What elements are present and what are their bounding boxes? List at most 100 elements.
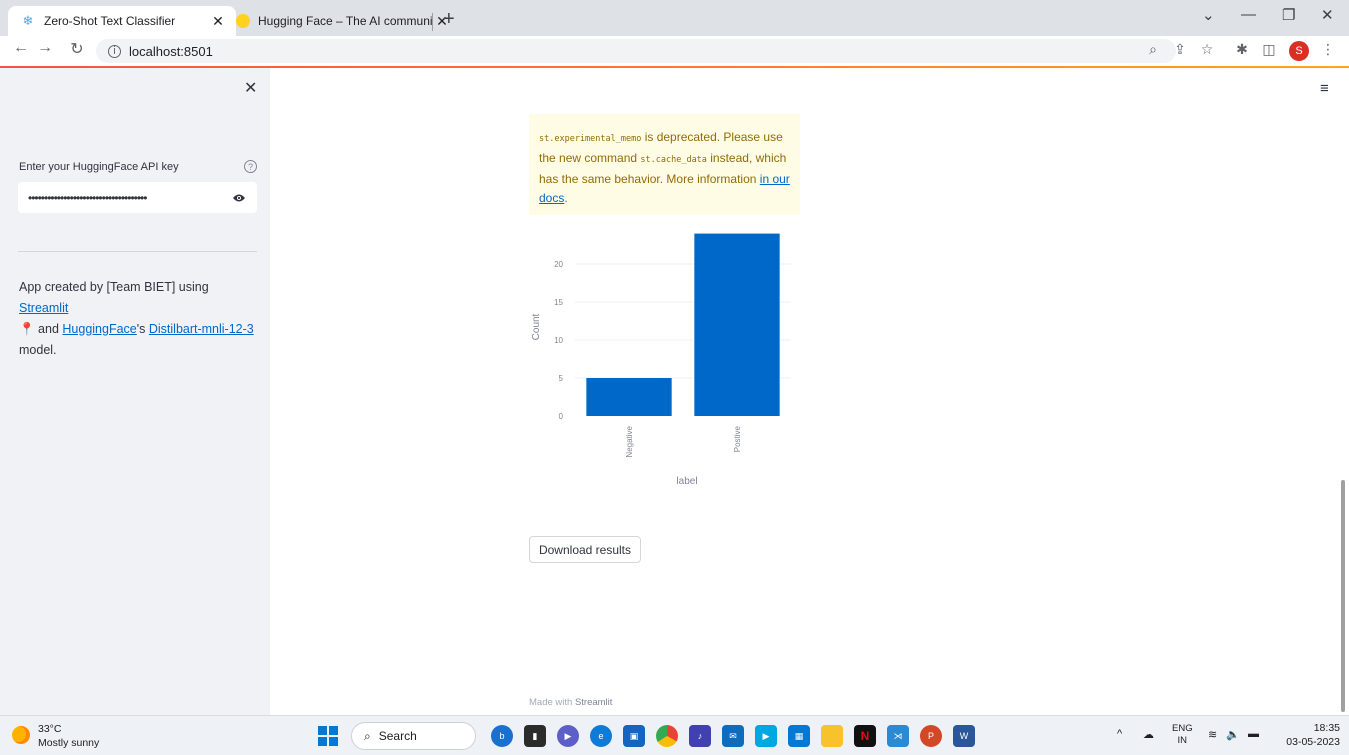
store-icon[interactable]: ▣: [623, 725, 645, 747]
teams-chat-icon[interactable]: ▶: [557, 725, 579, 747]
mail-icon[interactable]: ✉: [722, 725, 744, 747]
footer-brand[interactable]: Streamlit: [575, 697, 612, 708]
made-with-streamlit-footer: Made with Streamlit: [529, 697, 612, 708]
bar-postive: [694, 233, 780, 416]
bookmark-star-icon[interactable]: ☆: [1197, 41, 1217, 58]
windows-taskbar: 33°C Mostly sunny ⌕ Search b ▮ ▶ e ▣ ♪ ✉…: [0, 715, 1349, 755]
extensions-icon[interactable]: ✱: [1232, 41, 1252, 58]
tab-separator: [432, 13, 433, 31]
footer-prefix: Made with: [529, 697, 575, 708]
edge-icon[interactable]: e: [590, 725, 612, 747]
about-prefix: App created by [Team BIET] using: [19, 280, 209, 294]
reload-icon[interactable]: ↻: [66, 39, 88, 59]
label-count-chart: 0 5 10 15 20 Negative Postive label Count: [529, 222, 801, 492]
zoom-icon[interactable]: ⌕: [1143, 41, 1163, 58]
url-text: localhost:8501: [129, 43, 213, 59]
x-tick-label: Postive: [733, 425, 742, 452]
lang-bottom: IN: [1177, 735, 1188, 746]
chart-svg: 0 5 10 15 20 Negative Postive label Count: [531, 233, 791, 487]
streamlit-link[interactable]: Streamlit: [19, 301, 68, 315]
word-icon[interactable]: W: [953, 725, 975, 747]
y-axis-title: Count: [531, 313, 542, 340]
sidebar-divider: [18, 251, 257, 252]
onedrive-cloud-icon[interactable]: ☁: [1143, 728, 1154, 741]
y-tick-label: 10: [554, 336, 563, 345]
warning-text-3: .: [564, 191, 568, 205]
battery-icon[interactable]: ▬: [1248, 728, 1259, 740]
clock-time: 18:35: [1313, 722, 1340, 734]
taskbar-search[interactable]: ⌕ Search: [351, 722, 476, 750]
hugging-face-icon: [236, 14, 250, 28]
show-password-eye-icon[interactable]: [231, 190, 247, 206]
taskbar-clock[interactable]: 18:35 03-05-2023: [1280, 721, 1340, 749]
minimize-icon[interactable]: —: [1241, 6, 1256, 23]
tab-title: Hugging Face – The AI communi: [258, 14, 433, 28]
model-link[interactable]: Distilbart-mnli-12-3: [149, 322, 254, 336]
sidebar: ✕ Enter your HuggingFace API key ? •••••…: [0, 68, 270, 715]
weather-temperature[interactable]: 33°C: [38, 723, 61, 735]
api-key-input[interactable]: •••••••••••••••••••••••••••••••••••••: [18, 182, 257, 213]
tab-zero-shot-classifier[interactable]: ❄ Zero-Shot Text Classifier ✕: [8, 6, 236, 36]
y-tick-label: 5: [559, 374, 564, 383]
file-explorer-icon[interactable]: [821, 725, 843, 747]
about-suffix: model.: [19, 343, 57, 357]
window-close-icon[interactable]: ✕: [1321, 6, 1334, 24]
api-key-value: •••••••••••••••••••••••••••••••••••••: [28, 190, 147, 205]
main-menu-icon[interactable]: ≡: [1320, 80, 1329, 97]
code-experimental-memo: st.experimental_memo: [539, 134, 642, 144]
taskbar-search-label: Search: [378, 729, 417, 743]
profile-avatar[interactable]: S: [1289, 41, 1309, 61]
api-key-label: Enter your HuggingFace API key: [19, 161, 179, 173]
about-text: App created by [Team BIET] using Streaml…: [19, 277, 259, 361]
wifi-icon[interactable]: ≋: [1208, 728, 1217, 741]
weather-description[interactable]: Mostly sunny: [38, 737, 99, 749]
x-axis-title: label: [676, 476, 697, 487]
weather-sun-icon[interactable]: [12, 726, 30, 744]
y-tick-label: 0: [559, 412, 564, 421]
prime-video-icon[interactable]: ▶: [755, 725, 777, 747]
netflix-icon[interactable]: N: [854, 725, 876, 747]
chrome-icon[interactable]: [656, 725, 678, 747]
y-tick-label: 20: [554, 260, 563, 269]
help-icon[interactable]: ?: [244, 160, 257, 173]
y-tick-label: 15: [554, 298, 563, 307]
url-input[interactable]: i localhost:8501: [96, 39, 1176, 63]
browser-menu-icon[interactable]: ⋮: [1318, 41, 1338, 58]
pin-icon: 📍: [19, 322, 35, 336]
clock-date: 03-05-2023: [1286, 736, 1340, 748]
deprecation-warning: st.experimental_memo is deprecated. Plea…: [529, 114, 800, 215]
share-icon[interactable]: ⇪: [1170, 41, 1190, 58]
address-bar: ← → ↻ i localhost:8501 ⌕ ⇪ ☆ ✱ ◫ S ⋮: [0, 36, 1349, 66]
vscode-icon[interactable]: ⋊: [887, 725, 909, 747]
lang-top: ENG: [1172, 723, 1193, 734]
forward-icon[interactable]: →: [34, 39, 56, 57]
x-tick-label: Negative: [625, 425, 634, 457]
task-view-icon[interactable]: ▮: [524, 725, 546, 747]
show-hidden-icons-chevron-icon[interactable]: ^: [1117, 728, 1122, 740]
about-apostrophe: 's: [136, 322, 149, 336]
scrollbar-thumb[interactable]: [1341, 480, 1345, 712]
amazon-music-icon[interactable]: ♪: [689, 725, 711, 747]
volume-icon[interactable]: 🔈: [1226, 728, 1240, 741]
tab-search-icon[interactable]: ⌄: [1202, 6, 1215, 24]
input-language[interactable]: ENG IN: [1172, 723, 1193, 747]
sidebar-close-icon[interactable]: ✕: [244, 78, 257, 98]
browser-tab-bar: ❄ Zero-Shot Text Classifier ✕ Hugging Fa…: [0, 0, 1349, 36]
powerpoint-icon[interactable]: P: [920, 725, 942, 747]
tab-title: Zero-Shot Text Classifier: [44, 14, 176, 28]
download-results-button[interactable]: Download results: [529, 536, 641, 563]
tab-hugging-face[interactable]: Hugging Face – The AI communi ✕: [224, 6, 460, 36]
snowflake-icon: ❄: [22, 13, 34, 28]
back-icon[interactable]: ←: [10, 39, 32, 57]
code-cache-data: st.cache_data: [640, 155, 707, 165]
windows-start-icon[interactable]: [318, 726, 338, 746]
about-middle: and: [34, 322, 63, 336]
calendar-icon[interactable]: ▦: [788, 725, 810, 747]
restore-icon[interactable]: ❐: [1282, 6, 1295, 24]
site-info-icon[interactable]: i: [108, 44, 121, 58]
new-tab-button[interactable]: +: [443, 8, 455, 31]
side-panel-icon[interactable]: ◫: [1259, 41, 1279, 58]
huggingface-link[interactable]: HuggingFace: [62, 322, 136, 336]
bing-icon[interactable]: b: [491, 725, 513, 747]
bar-negative: [586, 378, 672, 416]
